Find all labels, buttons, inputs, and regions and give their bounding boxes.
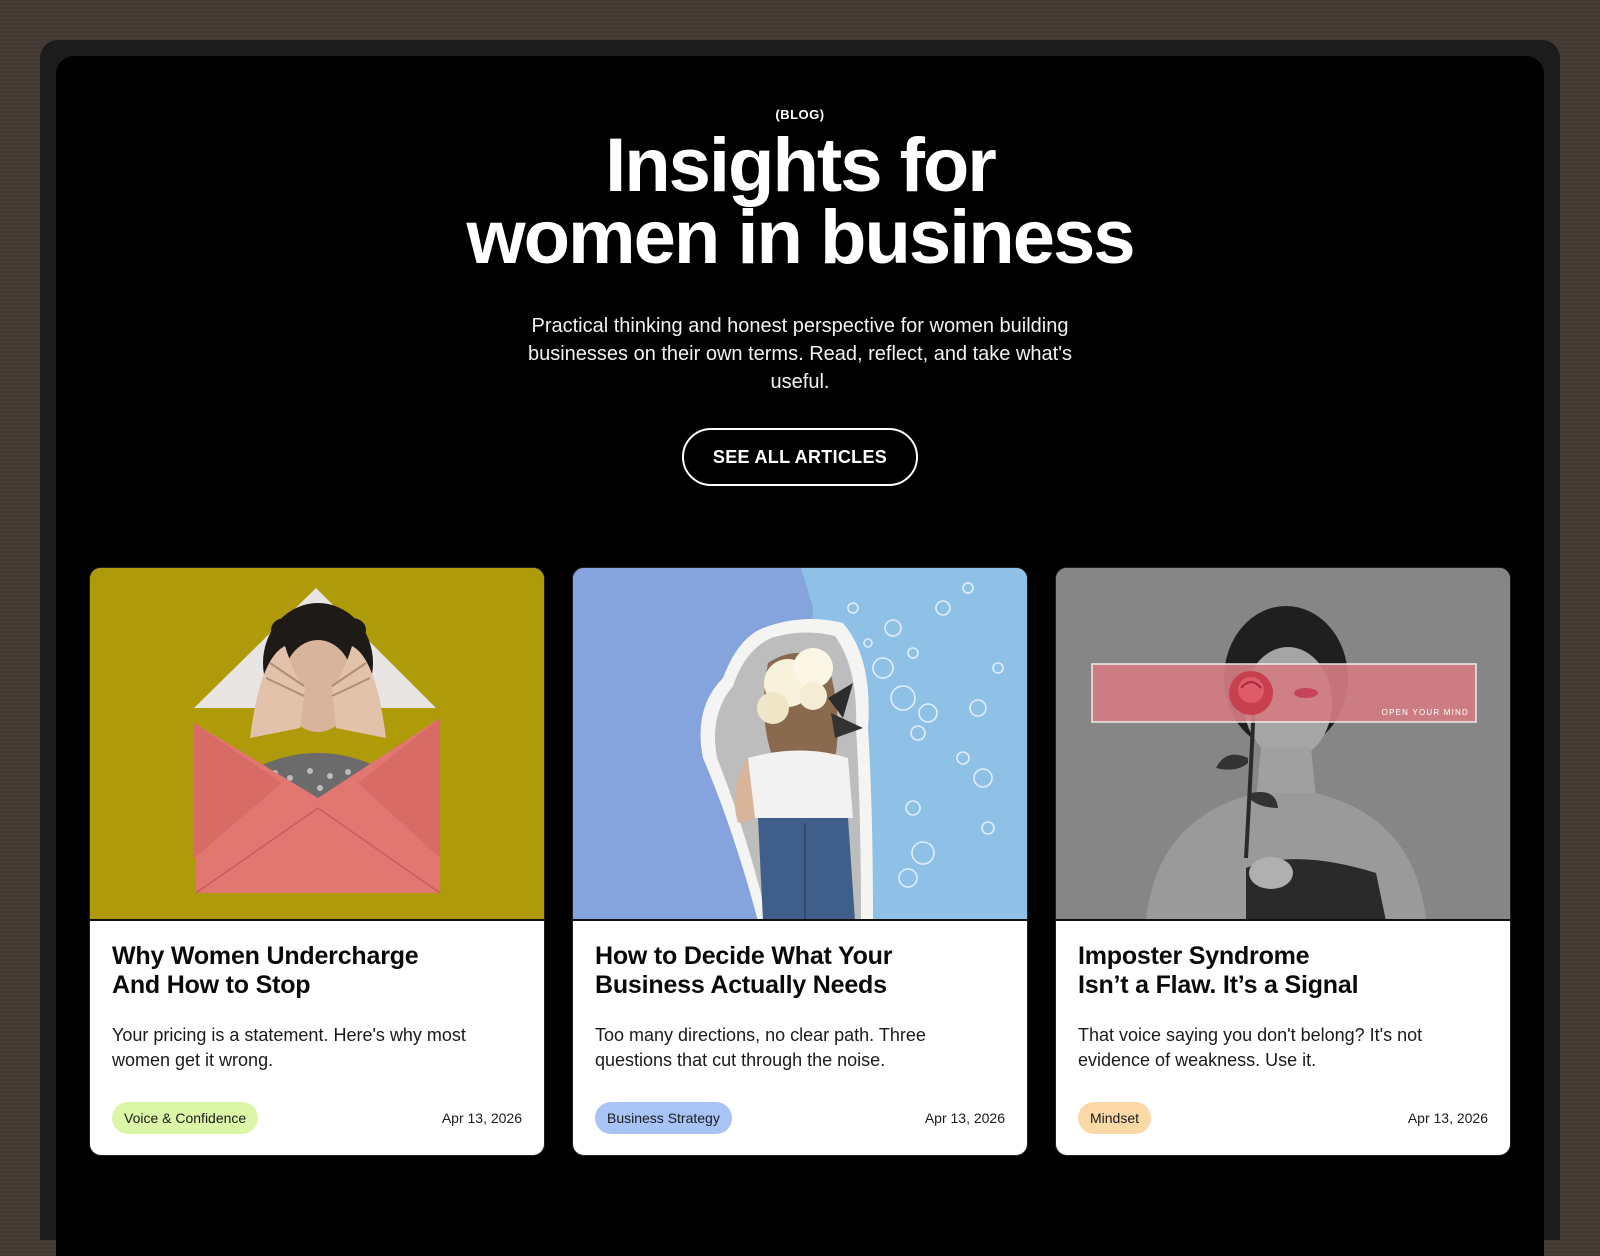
article-date: Apr 13, 2026 [1407,1110,1488,1126]
article-card[interactable]: How to Decide What Your Business Actuall… [572,567,1028,1156]
article-date: Apr 13, 2026 [441,1110,522,1126]
article-title-line-1: Why Women Undercharge [112,942,419,970]
article-title-line-1: Imposter Syndrome [1078,942,1310,970]
browser-frame: (BLOG) Insights for women in business Pr… [40,40,1560,1256]
torn-paper-collage-illustration [573,568,1027,919]
article-excerpt: Too many directions, no clear path. Thre… [595,1025,926,1070]
category-tag[interactable]: Business Strategy [595,1102,732,1134]
article-title[interactable]: Why Women Undercharge And How to Stop [112,942,512,1000]
article-image-rose: OPEN YOUR MIND [1056,568,1510,921]
article-title-line-1: How to Decide What Your [595,942,893,970]
article-image-envelope [90,568,544,921]
article-title-line-2: Business Actually Needs [595,971,887,999]
blog-section: (BLOG) Insights for women in business Pr… [56,56,1544,1256]
image-overlay-text: OPEN YOUR MIND [1382,708,1469,717]
article-card[interactable]: Why Women Undercharge And How to Stop Yo… [89,567,545,1156]
article-title-line-2: Isn’t a Flaw. It’s a Signal [1078,971,1359,999]
article-date: Apr 13, 2026 [924,1110,1005,1126]
article-cards: Why Women Undercharge And How to Stop Yo… [89,567,1511,1156]
article-image-flowers [573,568,1027,921]
article-title[interactable]: Imposter Syndrome Isn’t a Flaw. It’s a S… [1078,942,1478,1000]
article-title-line-2: And How to Stop [112,971,311,999]
see-all-articles-button[interactable]: SEE ALL ARTICLES [682,428,918,486]
article-excerpt: Your pricing is a statement. Here's why … [112,1025,466,1070]
category-tag[interactable]: Mindset [1078,1102,1152,1134]
rose-portrait-illustration: OPEN YOUR MIND [1056,568,1510,919]
page-title: Insights for women in business [56,123,1544,280]
category-tag[interactable]: Voice & Confidence [112,1102,259,1134]
article-card[interactable]: OPEN YOUR MIND Imposter Syndrome Isn’t a… [1055,567,1511,1156]
title-line-2: women in business [466,195,1135,280]
envelope-portrait-illustration [90,568,544,919]
article-title[interactable]: How to Decide What Your Business Actuall… [595,942,995,1000]
article-excerpt: That voice saying you don't belong? It's… [1078,1025,1423,1070]
eyebrow-label: (BLOG) [775,107,825,122]
title-line-1: Insights for [605,123,997,208]
hero-subtitle: Practical thinking and honest perspectiv… [527,315,1073,393]
